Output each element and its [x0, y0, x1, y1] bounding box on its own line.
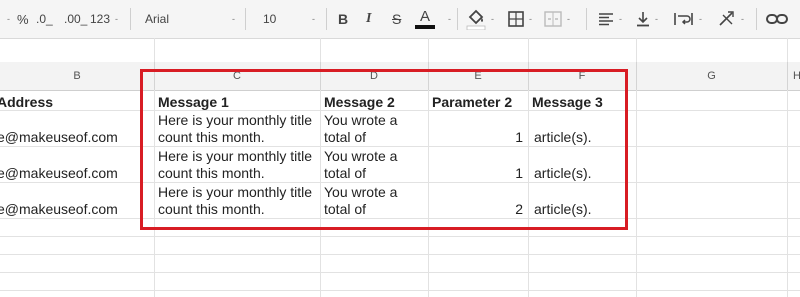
cell-message-2-line-1[interactable]: You wrote a: [324, 112, 397, 129]
cell-header-message-1[interactable]: Message 1: [158, 94, 229, 111]
toolbar-divider: [756, 8, 757, 30]
grid-line: [0, 218, 800, 219]
cell-message-2-line-1[interactable]: You wrote a: [324, 148, 397, 165]
cell-address[interactable]: e@makeuseof.com: [0, 201, 118, 218]
cell-address[interactable]: e@makeuseof.com: [0, 129, 118, 146]
text-rotation-icon: [718, 11, 736, 27]
increase-decimal-button[interactable]: .00_: [64, 0, 87, 38]
column-header-h[interactable]: H: [787, 62, 800, 90]
merge-cells-button[interactable]: -: [544, 0, 570, 38]
fill-color-button[interactable]: -: [466, 0, 494, 38]
cell-message-1-line-1[interactable]: Here is your monthly title: [158, 148, 312, 165]
align-left-icon: [598, 12, 614, 26]
cell-message-3[interactable]: article(s).: [534, 129, 592, 146]
toolbar-divider: [326, 8, 327, 30]
formatting-toolbar: - % .0_ .00_ 123- Arial - 10 - B I S A -…: [0, 0, 800, 39]
cell-message-2-line-2[interactable]: total of: [324, 201, 366, 218]
font-family-select[interactable]: Arial -: [145, 0, 235, 38]
grid-line: [0, 272, 800, 273]
text-color-caret[interactable]: -: [443, 0, 451, 38]
column-header-g[interactable]: G: [636, 62, 787, 90]
toolbar-divider: [457, 8, 458, 30]
more-formats-button[interactable]: 123-: [90, 0, 118, 38]
font-size-select[interactable]: 10 -: [263, 0, 315, 38]
cell-message-2-line-2[interactable]: total of: [324, 165, 366, 182]
cell-message-1-line-2[interactable]: count this month.: [158, 165, 265, 182]
column-header-border: [0, 90, 800, 91]
cell-message-3[interactable]: article(s).: [534, 165, 592, 182]
cell-message-3[interactable]: article(s).: [534, 201, 592, 218]
grid-line: [0, 290, 800, 291]
italic-button[interactable]: I: [366, 0, 371, 38]
cell-parameter-2[interactable]: 1: [428, 129, 523, 146]
column-header-c[interactable]: C: [154, 62, 320, 90]
cell-message-2-line-2[interactable]: total of: [324, 129, 366, 146]
cell-parameter-2[interactable]: 1: [428, 165, 523, 182]
cell-header-parameter-2[interactable]: Parameter 2: [432, 94, 512, 111]
currency-menu-caret[interactable]: -: [2, 0, 10, 38]
paint-bucket-icon: [466, 8, 486, 30]
toolbar-divider: [586, 8, 587, 30]
grid-line: [0, 236, 800, 237]
cell-message-1-line-1[interactable]: Here is your monthly title: [158, 184, 312, 201]
text-wrapping-button[interactable]: -: [674, 0, 702, 38]
cell-header-address[interactable]: Address: [0, 94, 53, 111]
decrease-decimal-button[interactable]: .0_: [36, 0, 53, 38]
cell-message-1-line-2[interactable]: count this month.: [158, 201, 265, 218]
text-color-button[interactable]: A: [415, 0, 435, 38]
cell-parameter-2[interactable]: 2: [428, 201, 523, 218]
cell-header-message-3[interactable]: Message 3: [532, 94, 603, 111]
column-header-b[interactable]: B: [0, 62, 154, 90]
text-wrap-icon: [674, 11, 694, 27]
align-bottom-icon: [636, 11, 650, 27]
insert-link-button[interactable]: [766, 0, 788, 38]
toolbar-divider: [130, 8, 131, 30]
column-header-f[interactable]: F: [528, 62, 636, 90]
column-header-d[interactable]: D: [320, 62, 428, 90]
cell-header-message-2[interactable]: Message 2: [324, 94, 395, 111]
strikethrough-button[interactable]: S: [392, 0, 401, 38]
column-header-e[interactable]: E: [428, 62, 528, 90]
grid-line: [0, 146, 800, 147]
cell-message-1-line-1[interactable]: Here is your monthly title: [158, 112, 312, 129]
horizontal-align-button[interactable]: -: [598, 0, 622, 38]
bold-button[interactable]: B: [338, 0, 348, 38]
vertical-align-button[interactable]: -: [636, 0, 658, 38]
borders-button[interactable]: -: [508, 0, 532, 38]
toolbar-divider: [245, 8, 246, 30]
text-color-swatch: [415, 25, 435, 29]
cell-message-2-line-1[interactable]: You wrote a: [324, 184, 397, 201]
cell-address[interactable]: e@makeuseof.com: [0, 165, 118, 182]
cell-message-1-line-2[interactable]: count this month.: [158, 129, 265, 146]
grid-line: [0, 110, 800, 111]
spreadsheet-grid: B C D E F G H Address Message 1 Message …: [0, 38, 800, 297]
grid-line: [0, 254, 800, 255]
link-icon: [766, 12, 788, 26]
text-rotation-button[interactable]: -: [718, 0, 744, 38]
grid-line: [0, 182, 800, 183]
merge-cells-icon: [544, 11, 562, 27]
percent-format-button[interactable]: %: [17, 0, 29, 38]
borders-icon: [508, 11, 524, 27]
